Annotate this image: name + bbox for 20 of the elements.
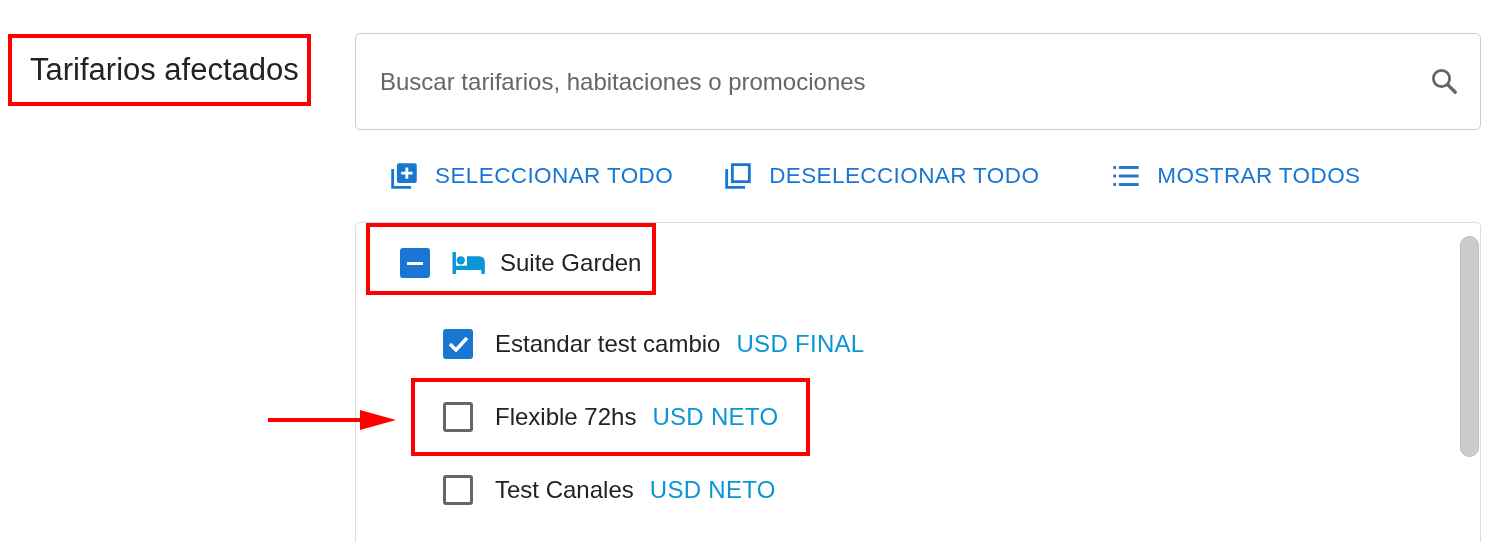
checkbox[interactable] xyxy=(443,401,473,432)
scrollbar-thumb[interactable] xyxy=(1460,236,1479,457)
rate-name: Estandar test cambio xyxy=(495,329,721,358)
rate-name: Flexible 72hs xyxy=(495,402,637,431)
currency-label: USD NETO xyxy=(652,402,779,431)
search-field[interactable]: Buscar tarifarios, habitaciones o promociones xyxy=(355,33,1481,130)
search-icon xyxy=(1429,66,1459,96)
minus-icon xyxy=(407,261,423,265)
currency-label: USD FINAL xyxy=(736,329,865,358)
deselect-all-button[interactable]: DESELECCIONAR TODO xyxy=(721,156,1040,196)
checkbox[interactable] xyxy=(400,248,430,278)
room-name: Suite Garden xyxy=(500,249,642,277)
show-all-button[interactable]: MOSTRAR TODOS xyxy=(1109,156,1361,196)
select-all-button[interactable]: SELECCIONAR TODO xyxy=(387,156,674,196)
section-title: Tarifarios afectados xyxy=(30,52,299,88)
checkbox[interactable] xyxy=(443,474,473,505)
currency-label: USD NETO xyxy=(649,475,776,504)
rate-name: Test Canales xyxy=(495,475,634,504)
checkbox[interactable] xyxy=(443,328,473,359)
bed-icon xyxy=(452,252,486,274)
